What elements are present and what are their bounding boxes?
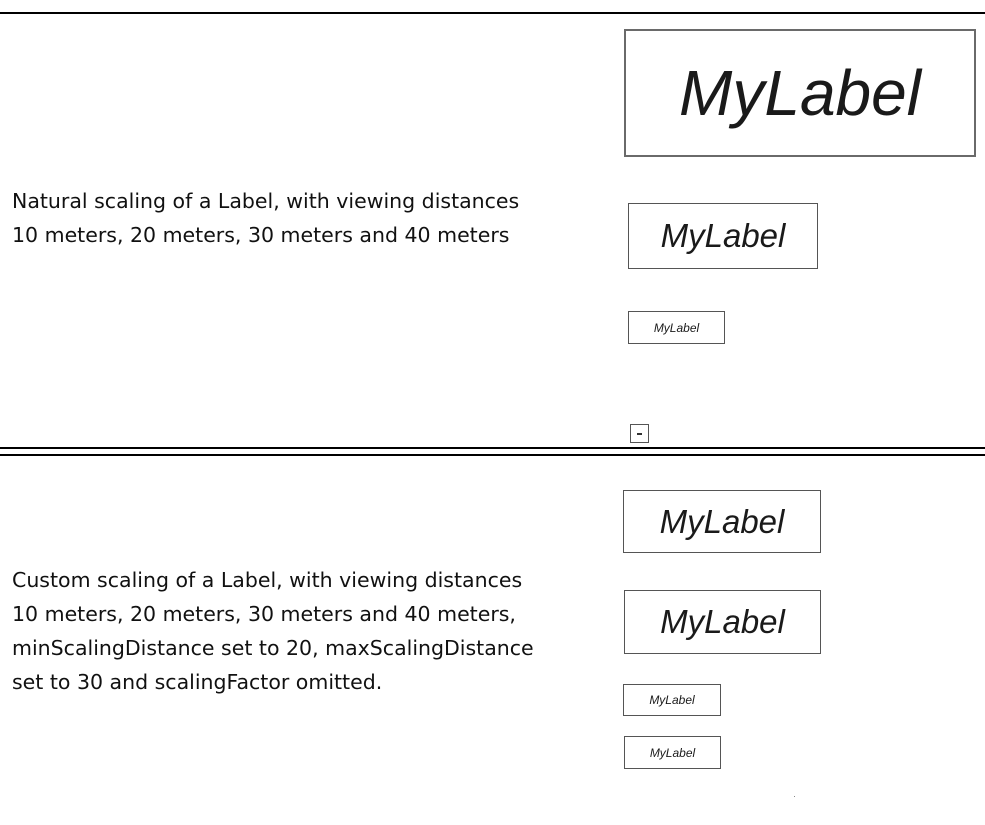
custom-label-preview-10m: MyLabel xyxy=(623,490,821,553)
label-text: MyLabel xyxy=(660,603,785,640)
custom-scaling-description: Custom scaling of a Label, with viewing … xyxy=(12,568,534,694)
custom-label-preview-40m: MyLabel xyxy=(624,736,721,769)
label-text: MyLabel xyxy=(649,693,695,707)
label-text: MyLabel xyxy=(649,745,696,760)
custom-label-preview-30m: MyLabel xyxy=(623,684,721,716)
top-divider xyxy=(0,12,985,14)
label-preview-40m xyxy=(630,424,649,443)
custom-label-preview-20m: MyLabel xyxy=(624,590,821,654)
label-preview-20m: MyLabel xyxy=(628,203,818,269)
label-preview-10m: MyLabel xyxy=(624,29,976,157)
label-preview-30m: MyLabel xyxy=(628,311,725,344)
section-divider-bottom xyxy=(0,454,985,456)
stray-pixel xyxy=(794,796,795,797)
label-text: MyLabel xyxy=(679,57,921,129)
label-text-dot xyxy=(637,432,642,435)
label-text: MyLabel xyxy=(660,217,786,254)
natural-scaling-description: Natural scaling of a Label, with viewing… xyxy=(12,189,520,247)
label-text: MyLabel xyxy=(653,320,700,335)
section-divider-top xyxy=(0,447,985,449)
label-text: MyLabel xyxy=(659,502,785,540)
